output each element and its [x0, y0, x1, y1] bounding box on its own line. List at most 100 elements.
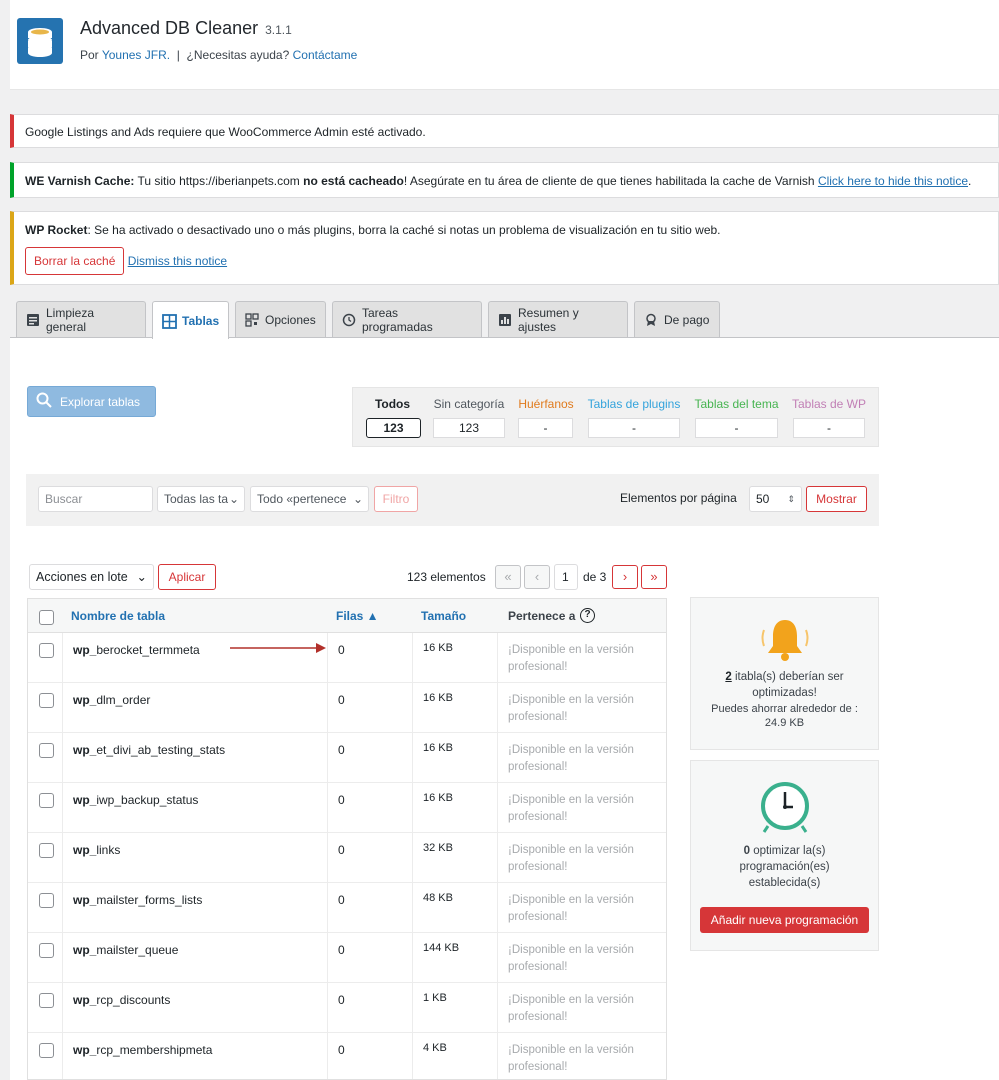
add-schedule-button[interactable]: Añadir nueva programación: [700, 907, 869, 933]
last-page-button[interactable]: »: [641, 565, 667, 589]
col-table-name[interactable]: Nombre de tabla: [71, 609, 165, 623]
table-owner: ¡Disponible en la versión profesional!: [508, 794, 634, 823]
bulk-actions-select[interactable]: Acciones en lote ⌄: [29, 564, 154, 590]
explore-tables-button[interactable]: Explorar tablas: [27, 386, 156, 417]
row-checkbox[interactable]: [39, 693, 54, 708]
optimize-count-link[interactable]: 2: [725, 671, 731, 683]
table-owner: ¡Disponible en la versión profesional!: [508, 994, 634, 1023]
category-orphans[interactable]: Huérfanos: [513, 397, 579, 411]
table-owner: ¡Disponible en la versión profesional!: [508, 744, 634, 773]
table-name: wp_mailster_queue: [73, 943, 179, 957]
item-count: 123 elementos: [407, 570, 486, 584]
schedule-count: 0: [743, 845, 750, 857]
schedule-summary-box: 0 optimizar la(s) programación(es) estab…: [690, 760, 879, 951]
table-row: wp_rcp_membershipmeta 0 4 KB ¡Disponible…: [28, 1033, 666, 1079]
award-icon: [644, 313, 658, 327]
table-size: 16 KB: [423, 792, 453, 804]
show-button[interactable]: Mostrar: [806, 486, 867, 512]
table-name: wp_berocket_termmeta: [73, 643, 200, 657]
table-owner: ¡Disponible en la versión profesional!: [508, 1044, 634, 1073]
stepper-icon: ⇕: [787, 494, 795, 504]
search-input[interactable]: Buscar: [38, 486, 153, 512]
chevron-down-icon: ⌄: [136, 570, 147, 584]
clear-cache-button[interactable]: Borrar la caché: [25, 247, 125, 275]
col-owner: Pertenece a: [508, 609, 576, 623]
row-count: 0: [338, 743, 345, 757]
dismiss-notice-link[interactable]: Dismiss this notice: [128, 254, 227, 268]
tab-tareas-programadas[interactable]: Tareas programadas: [332, 301, 482, 338]
table-type-select[interactable]: Todas las ta ⌄: [157, 486, 245, 512]
database-logo-icon: [17, 18, 63, 64]
per-page-label: Elementos por página: [620, 491, 737, 505]
tab-opciones[interactable]: Opciones: [235, 301, 326, 338]
category-uncategorized[interactable]: Sin categoría: [430, 397, 508, 411]
table-row: wp_et_divi_ab_testing_stats 0 16 KB ¡Dis…: [28, 733, 666, 783]
document-icon: [26, 313, 40, 327]
contact-link[interactable]: Contáctame: [293, 48, 358, 62]
category-plugins[interactable]: Tablas de plugins: [583, 397, 685, 411]
category-theme[interactable]: Tablas del tema: [690, 397, 783, 411]
table-name: wp_rcp_discounts: [73, 993, 171, 1007]
apply-button[interactable]: Aplicar: [158, 564, 216, 590]
table-owner: ¡Disponible en la versión profesional!: [508, 944, 634, 973]
table-name: wp_links: [73, 843, 121, 857]
table-name: wp_et_divi_ab_testing_stats: [73, 743, 226, 757]
table-row: wp_mailster_forms_lists 0 48 KB ¡Disponi…: [28, 883, 666, 933]
category-wp-count[interactable]: -: [793, 418, 865, 438]
table-row: wp_iwp_backup_status 0 16 KB ¡Disponible…: [28, 783, 666, 833]
row-count: 0: [338, 843, 345, 857]
hide-notice-link[interactable]: Click here to hide this notice: [818, 174, 968, 188]
optimize-summary-box: 2 itabla(s) deberían ser optimizadas! Pu…: [690, 597, 879, 750]
category-uncategorized-count[interactable]: 123: [433, 418, 505, 438]
first-page-button[interactable]: «: [495, 565, 521, 589]
table-owner: ¡Disponible en la versión profesional!: [508, 694, 634, 723]
current-page-input[interactable]: 1: [554, 564, 578, 590]
chart-icon: [498, 313, 512, 327]
table-owner: ¡Disponible en la versión profesional!: [508, 894, 634, 923]
tab-resumen-ajustes[interactable]: Resumen y ajustes: [488, 301, 628, 338]
prev-page-button[interactable]: ‹: [524, 565, 550, 589]
per-page-input[interactable]: 50 ⇕: [749, 486, 802, 512]
table-icon: [162, 313, 177, 329]
table-size: 16 KB: [423, 742, 453, 754]
category-orphans-count[interactable]: -: [518, 418, 573, 438]
savings-value: 24.9 KB: [764, 717, 805, 729]
select-all-checkbox[interactable]: [39, 610, 54, 625]
category-all-count[interactable]: 123: [366, 418, 421, 438]
row-checkbox[interactable]: [39, 893, 54, 908]
row-checkbox[interactable]: [39, 943, 54, 958]
row-checkbox[interactable]: [39, 993, 54, 1008]
category-wp[interactable]: Tablas de WP: [788, 397, 870, 411]
qr-icon: [245, 313, 259, 327]
table-size: 4 KB: [423, 1042, 447, 1054]
row-checkbox[interactable]: [39, 643, 54, 658]
tab-limpieza-general[interactable]: Limpieza general: [16, 301, 146, 338]
tab-tablas[interactable]: Tablas: [152, 301, 229, 339]
row-checkbox[interactable]: [39, 843, 54, 858]
col-rows[interactable]: Filas ▲: [336, 609, 379, 623]
row-count: 0: [338, 1043, 345, 1057]
row-count: 0: [338, 993, 345, 1007]
row-count: 0: [338, 643, 345, 657]
next-page-button[interactable]: ›: [612, 565, 638, 589]
savings-label: Puedes ahorrar alrededor de :: [711, 703, 858, 715]
row-checkbox[interactable]: [39, 793, 54, 808]
filter-button[interactable]: Filtro: [374, 486, 418, 512]
plugin-header: [10, 0, 999, 90]
author-link[interactable]: Younes JFR.: [102, 48, 170, 62]
category-theme-count[interactable]: -: [695, 418, 778, 438]
notice-wp-rocket: WP Rocket: Se ha activado o desactivado …: [10, 211, 999, 285]
category-all[interactable]: Todos: [364, 397, 421, 411]
tab-de-pago[interactable]: De pago: [634, 301, 720, 338]
search-icon: [36, 392, 52, 411]
row-checkbox[interactable]: [39, 743, 54, 758]
chevron-down-icon: ⌄: [228, 492, 239, 506]
row-checkbox[interactable]: [39, 1043, 54, 1058]
table-row: wp_rcp_discounts 0 1 KB ¡Disponible en l…: [28, 983, 666, 1033]
col-size[interactable]: Tamaño: [421, 609, 466, 623]
category-plugins-count[interactable]: -: [588, 418, 680, 438]
help-icon[interactable]: ?: [580, 608, 595, 623]
row-count: 0: [338, 693, 345, 707]
owner-select[interactable]: Todo «pertenece ⌄: [250, 486, 369, 512]
table-name: wp_rcp_membershipmeta: [73, 1043, 213, 1057]
